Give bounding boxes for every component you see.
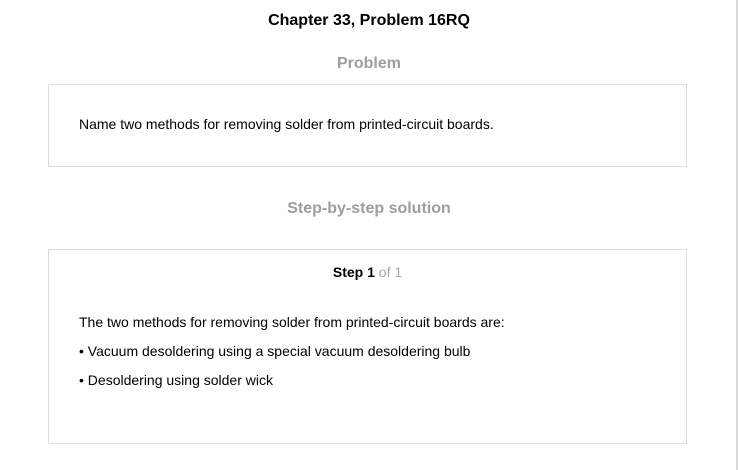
solution-card: Step 1 of 1 The two methods for removing… (48, 249, 687, 444)
solution-bullet-item: • Desoldering using solder wick (79, 372, 273, 388)
step-label: Step (332, 264, 364, 280)
step-header: Step 1 of 1 (49, 264, 686, 280)
problem-heading: Problem (336, 55, 401, 72)
page-title: Chapter 33, Problem 16RQ (268, 12, 470, 29)
solution-intro-text: The two methods for removing solder from… (79, 314, 505, 330)
problem-text: Name two methods for removing solder fro… (79, 116, 494, 132)
step-number: 1 (367, 264, 375, 280)
problem-card: Name two methods for removing solder fro… (48, 84, 687, 167)
solution-bullet-item: • Vacuum desoldering using a special vac… (79, 343, 471, 359)
solution-heading: Step-by-step solution (287, 200, 451, 217)
step-of-total: of 1 (378, 264, 403, 280)
